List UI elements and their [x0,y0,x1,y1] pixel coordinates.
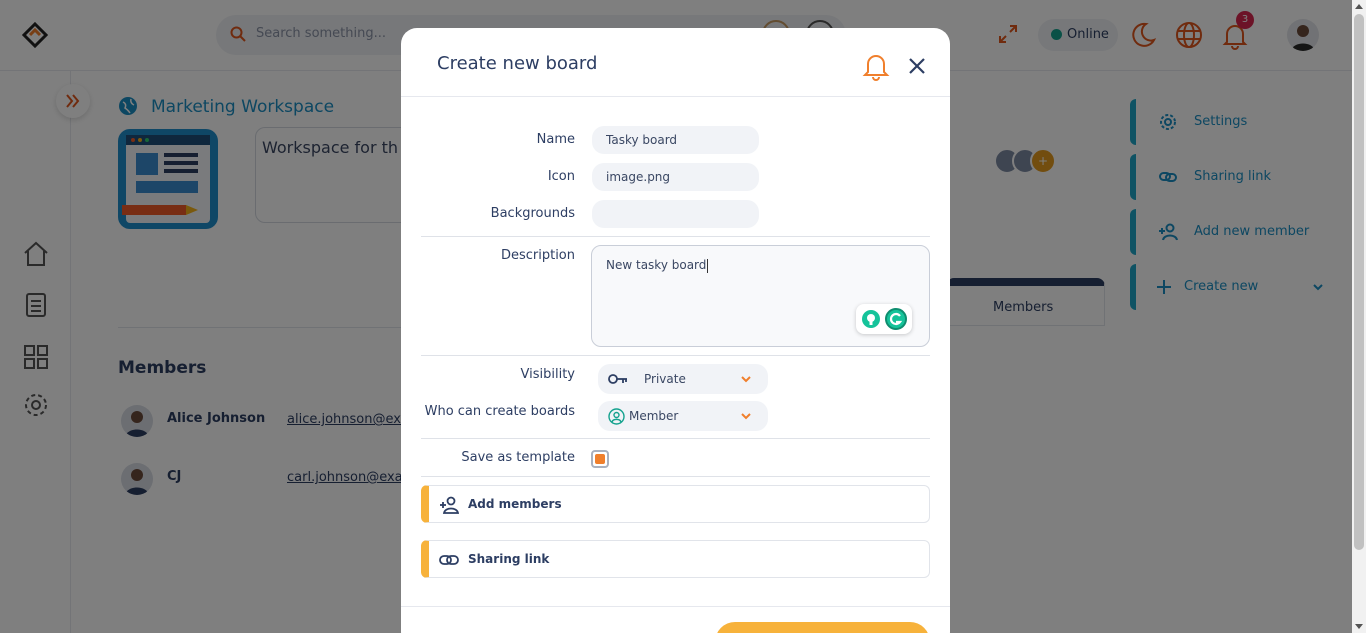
lightbulb-icon[interactable] [862,310,880,328]
bell-icon[interactable] [862,51,890,81]
divider [421,476,930,477]
checkbox-fill [595,454,605,464]
divider [421,236,930,237]
description-textarea[interactable]: New tasky board [591,245,930,347]
icon-label: Icon [547,169,575,184]
close-icon[interactable] [907,56,927,76]
add-user-icon [440,496,459,514]
lightbulb-glyph-icon [867,314,875,325]
modal-title: Create new board [437,53,598,74]
divider [421,355,930,356]
sharing-link-label: Sharing link [468,552,550,566]
description-text: New tasky board [606,258,709,273]
scroll-down-arrow-icon[interactable] [1355,624,1363,629]
divider [421,438,930,439]
who-can-create-label: Who can create boards [424,404,575,419]
chevron-down-icon [741,376,751,383]
who-can-create-value: Member [629,409,679,423]
add-members-label: Add members [468,497,562,511]
name-label: Name [536,132,575,147]
visibility-select[interactable]: Private [598,364,768,394]
grammarly-widget[interactable] [856,304,912,334]
create-board-modal: Create new board Name Icon Backgrounds D… [401,28,950,633]
save-template-checkbox[interactable] [591,450,609,468]
visibility-value: Private [644,372,686,386]
backgrounds-label: Backgrounds [490,206,575,221]
who-can-create-select[interactable]: Member [598,401,768,431]
modal-footer-divider [401,606,950,607]
description-value: New tasky board [606,258,707,272]
name-input[interactable] [592,126,759,154]
sharing-link-section[interactable]: Sharing link [421,540,930,578]
scroll-up-arrow-icon[interactable] [1355,4,1363,9]
scrollbar-thumb[interactable] [1354,14,1364,550]
modal-header: Create new board [401,28,950,97]
icon-input[interactable] [592,163,759,191]
key-icon [608,374,627,384]
grammarly-icon[interactable] [885,308,907,330]
grammarly-g-icon [889,312,903,326]
save-template-label: Save as template [461,450,575,465]
add-members-section[interactable]: Add members [421,485,930,523]
chevron-down-icon [741,413,751,420]
description-label: Description [500,248,575,263]
link-icon [439,555,459,565]
backgrounds-input[interactable] [592,200,759,228]
page-scrollbar[interactable] [1352,0,1366,633]
visibility-label: Visibility [520,367,575,382]
text-caret [707,258,709,273]
create-board-button[interactable] [715,622,930,633]
member-user-icon [608,408,625,425]
